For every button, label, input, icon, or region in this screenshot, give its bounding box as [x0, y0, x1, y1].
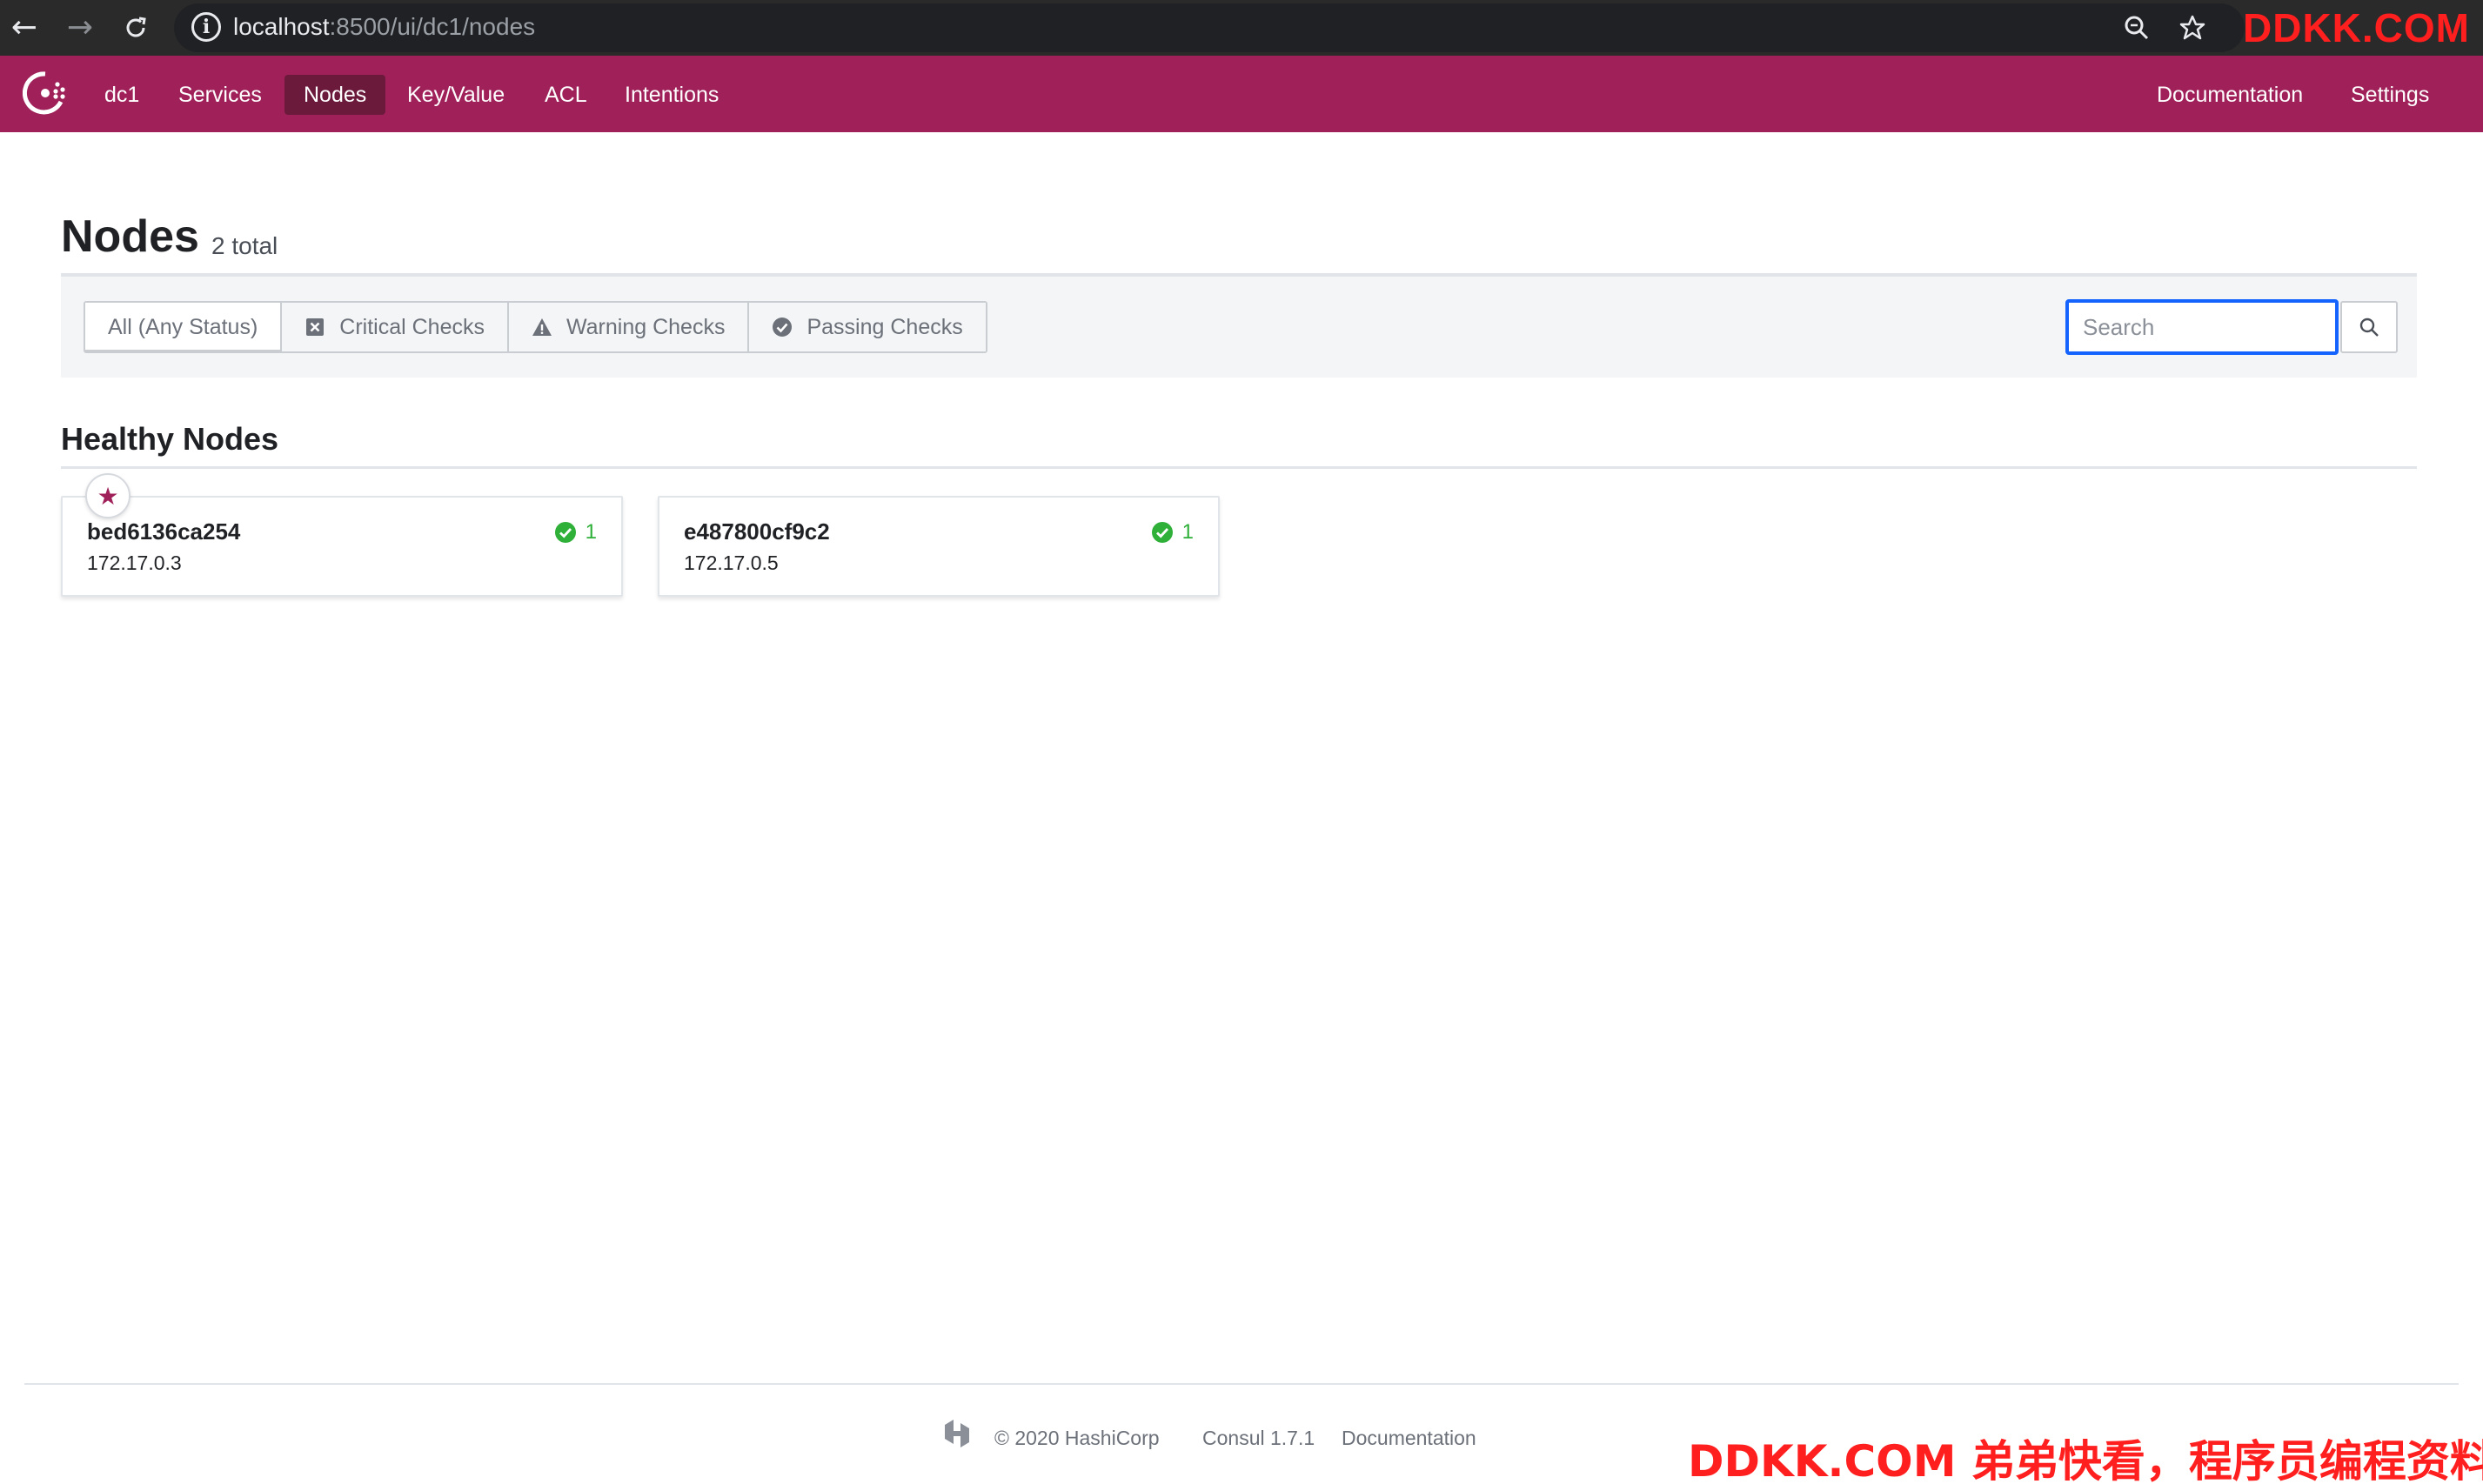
page-title: Nodes: [61, 211, 199, 262]
passing-check-icon: [1151, 522, 1173, 543]
healthy-nodes-heading: Healthy Nodes: [61, 421, 279, 457]
node-name: e487800cf9c2: [684, 518, 830, 545]
warning-icon: [532, 318, 552, 336]
search-input[interactable]: [2065, 299, 2339, 355]
passing-check-icon: [554, 522, 576, 543]
passing-checks-count: 1: [1151, 520, 1194, 545]
app-root: ← → i localhost:8500/ui/dc1/nodes DDKK.C…: [0, 0, 2483, 1484]
status-filter-group: All (Any Status) Critical Checks Warning…: [84, 301, 987, 353]
nav-settings[interactable]: Settings: [2332, 75, 2448, 115]
nav-nodes[interactable]: Nodes: [284, 75, 386, 115]
footer-documentation-link[interactable]: Documentation: [1342, 1427, 1476, 1450]
passing-icon: [773, 318, 793, 337]
nav-key-value[interactable]: Key/Value: [388, 75, 524, 115]
node-card[interactable]: e487800cf9c2 172.17.0.5 1: [658, 496, 1220, 597]
site-info-icon[interactable]: i: [191, 12, 221, 42]
filter-warning-label: Warning Checks: [566, 315, 726, 339]
passing-count: 1: [585, 520, 597, 544]
filter-critical-label: Critical Checks: [339, 315, 485, 339]
forward-arrow-icon[interactable]: →: [59, 7, 101, 49]
node-name: bed6136ca254: [87, 518, 241, 545]
filter-passing-button[interactable]: Passing Checks: [749, 303, 986, 351]
node-card[interactable]: bed6136ca254 172.17.0.3 1: [61, 496, 623, 597]
section-divider: [61, 466, 2417, 469]
filter-warning-button[interactable]: Warning Checks: [508, 303, 750, 351]
footer-copyright: © 2020 HashiCorp: [994, 1427, 1160, 1449]
filter-passing-label: Passing Checks: [806, 315, 963, 339]
zoom-icon[interactable]: [2116, 7, 2158, 49]
node-count: 2 total: [211, 232, 278, 259]
hashicorp-logo-icon[interactable]: [940, 1416, 974, 1451]
filter-critical-button[interactable]: Critical Checks: [282, 303, 509, 351]
filter-all-button[interactable]: All (Any Status): [85, 303, 283, 351]
search-button[interactable]: [2340, 301, 2398, 353]
main-nav: dc1 Services Nodes Key/Value ACL Intenti…: [0, 56, 2483, 132]
bookmark-star-icon[interactable]: [2172, 7, 2213, 49]
filter-all-label: All (Any Status): [108, 315, 258, 339]
node-address: 172.17.0.3: [87, 551, 182, 574]
leader-star-icon: ★: [85, 473, 131, 518]
reload-icon[interactable]: [115, 7, 157, 49]
footer-divider: [24, 1383, 2459, 1385]
datacenter-selector[interactable]: dc1: [85, 75, 158, 115]
footer-version: Consul 1.7.1: [1202, 1427, 1315, 1449]
watermark-bottom: DDKK.COM 弟弟快看，程序员编程资料站: [1688, 1436, 2483, 1484]
nav-acl[interactable]: ACL: [525, 75, 606, 115]
passing-count: 1: [1181, 520, 1194, 544]
filter-bar: All (Any Status) Critical Checks Warning…: [61, 277, 2417, 378]
watermark-top: DDKK.COM: [2243, 5, 2470, 50]
passing-checks-count: 1: [554, 520, 597, 545]
nav-intentions[interactable]: Intentions: [606, 75, 738, 115]
nav-documentation[interactable]: Documentation: [2138, 75, 2322, 115]
nav-services[interactable]: Services: [159, 75, 281, 115]
consul-logo-icon[interactable]: [23, 70, 68, 116]
node-address: 172.17.0.5: [684, 551, 779, 574]
critical-icon: [306, 318, 325, 336]
url-text[interactable]: localhost:8500/ui/dc1/nodes: [233, 10, 535, 44]
back-arrow-icon[interactable]: ←: [3, 7, 45, 49]
browser-toolbar: ← → i localhost:8500/ui/dc1/nodes DDKK.C…: [0, 0, 2483, 56]
search-icon: [2359, 318, 2379, 337]
